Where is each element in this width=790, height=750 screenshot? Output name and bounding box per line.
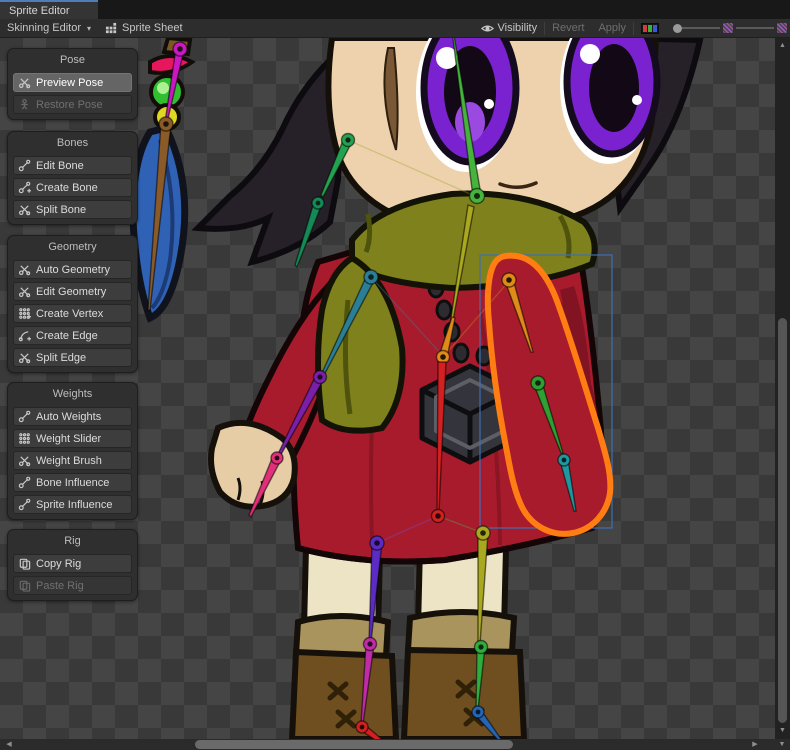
revert-button[interactable]: Revert	[545, 19, 591, 38]
sprite-editor-window: Sprite Editor Skinning Editor ▾ Sprite S…	[0, 0, 790, 750]
i-edge-icon	[18, 329, 31, 342]
bone-opacity-icon	[723, 23, 733, 33]
panel-rig: Rig Copy Rig Paste Rig	[7, 529, 138, 601]
apply-label: Apply	[598, 22, 626, 34]
bone-influence-button[interactable]: Bone Influence	[13, 473, 132, 492]
panel-title: Geometry	[13, 238, 132, 257]
button-label: Preview Pose	[36, 77, 103, 89]
i-cross-icon	[18, 76, 31, 89]
auto-weights-button[interactable]: Auto Weights	[13, 407, 132, 426]
button-label: Bone Influence	[36, 477, 109, 489]
mesh-opacity-icon	[777, 23, 787, 33]
create-edge-button[interactable]: Create Edge	[13, 326, 132, 345]
create-bone-button[interactable]: Create Bone	[13, 178, 132, 197]
tab-label: Sprite Editor	[9, 5, 70, 17]
scroll-down-arrow[interactable]: ▼	[775, 725, 790, 737]
button-label: Restore Pose	[36, 99, 103, 111]
weight-slider-button[interactable]: Weight Slider	[13, 429, 132, 448]
button-label: Weight Brush	[36, 455, 102, 467]
color-swatch-icon	[641, 23, 659, 34]
i-cross-icon	[18, 454, 31, 467]
i-bone-icon	[18, 476, 31, 489]
revert-label: Revert	[552, 22, 584, 34]
eye-icon	[481, 22, 494, 35]
split-bone-button[interactable]: Split Bone	[13, 200, 132, 219]
button-label: Paste Rig	[36, 580, 84, 592]
i-cross-icon	[18, 263, 31, 276]
tab-bar: Sprite Editor	[0, 0, 790, 19]
scroll-left-arrow[interactable]: ◀	[2, 739, 16, 750]
visibility-label: Visibility	[498, 22, 538, 34]
sprite-influence-button[interactable]: Sprite Influence	[13, 495, 132, 514]
i-bone-icon	[18, 159, 31, 172]
sprite-sheet-label: Sprite Sheet	[122, 22, 183, 34]
slider-knob[interactable]	[673, 24, 682, 33]
restore-pose-button[interactable]: Restore Pose	[13, 95, 132, 114]
panel-title: Bones	[13, 134, 132, 153]
panel-geometry: Geometry Auto Geometry Edit Geometry Cre…	[7, 235, 138, 373]
i-grid-icon	[18, 307, 31, 320]
vertical-scroll-thumb[interactable]	[778, 318, 787, 723]
i-cross-icon	[18, 203, 31, 216]
button-label: Sprite Influence	[36, 499, 112, 511]
split-edge-button[interactable]: Split Edge	[13, 348, 132, 367]
button-label: Weight Slider	[36, 433, 101, 445]
toolbar: Skinning Editor ▾ Sprite Sheet Visibilit…	[0, 19, 790, 38]
panel-bones: Bones Edit Bone Create Bone Split Bone	[7, 131, 138, 225]
sprite-sheet-button[interactable]: Sprite Sheet	[98, 19, 190, 38]
i-grid-icon	[18, 432, 31, 445]
button-label: Create Edge	[36, 330, 98, 342]
panel-weights: Weights Auto Weights Weight Slider Weigh…	[7, 382, 138, 520]
horizontal-scrollbar[interactable]: ◀ ▶ ▼	[0, 739, 790, 750]
panel-title: Rig	[13, 532, 132, 551]
chevron-down-icon: ▾	[87, 24, 91, 33]
i-bone-icon	[18, 181, 31, 194]
mode-dropdown-label: Skinning Editor	[7, 22, 81, 34]
weight-brush-button[interactable]: Weight Brush	[13, 451, 132, 470]
panel-title: Weights	[13, 385, 132, 404]
bone-color-field[interactable]	[634, 19, 666, 38]
panel-title: Pose	[13, 51, 132, 70]
mode-dropdown[interactable]: Skinning Editor ▾	[0, 19, 98, 38]
button-label: Create Vertex	[36, 308, 103, 320]
i-cross-icon	[18, 351, 31, 364]
create-vertex-button[interactable]: Create Vertex	[13, 304, 132, 323]
button-label: Edit Geometry	[36, 286, 106, 298]
i-cross-icon	[18, 285, 31, 298]
button-label: Split Bone	[36, 204, 86, 216]
button-label: Split Edge	[36, 352, 86, 364]
slider-track	[682, 27, 720, 29]
paste-rig-button[interactable]: Paste Rig	[13, 576, 132, 595]
copy-rig-button[interactable]: Copy Rig	[13, 554, 132, 573]
button-label: Auto Geometry	[36, 264, 110, 276]
slider-track	[736, 27, 774, 29]
i-bone-icon	[18, 410, 31, 423]
button-label: Copy Rig	[36, 558, 81, 570]
tab-sprite-editor[interactable]: Sprite Editor	[0, 0, 98, 19]
auto-geometry-button[interactable]: Auto Geometry	[13, 260, 132, 279]
panel-pose: Pose Preview Pose Restore Pose	[7, 48, 138, 120]
i-person-icon	[18, 98, 31, 111]
i-copy-icon	[18, 557, 31, 570]
scroll-right-arrow[interactable]: ▶	[748, 739, 762, 750]
edit-geometry-button[interactable]: Edit Geometry	[13, 282, 132, 301]
vertical-scrollbar[interactable]: ▲ ▼	[775, 38, 790, 739]
horizontal-scroll-thumb[interactable]	[195, 740, 513, 749]
button-label: Edit Bone	[36, 160, 84, 172]
button-label: Auto Weights	[36, 411, 101, 423]
scroll-up-arrow[interactable]: ▲	[775, 40, 790, 52]
legs-sprite[interactable]	[292, 546, 524, 739]
mesh-opacity-slider[interactable]	[736, 19, 790, 38]
visibility-toggle[interactable]: Visibility	[474, 19, 545, 38]
button-label: Create Bone	[36, 182, 98, 194]
preview-pose-button[interactable]: Preview Pose	[13, 73, 132, 92]
i-bone-icon	[18, 498, 31, 511]
i-copy-icon	[18, 579, 31, 592]
sprite-sheet-icon	[105, 22, 118, 35]
bone-opacity-slider[interactable]	[666, 19, 736, 38]
edit-bone-button[interactable]: Edit Bone	[13, 156, 132, 175]
apply-button[interactable]: Apply	[591, 19, 633, 38]
scroll-down-arrow[interactable]: ▼	[775, 739, 789, 750]
